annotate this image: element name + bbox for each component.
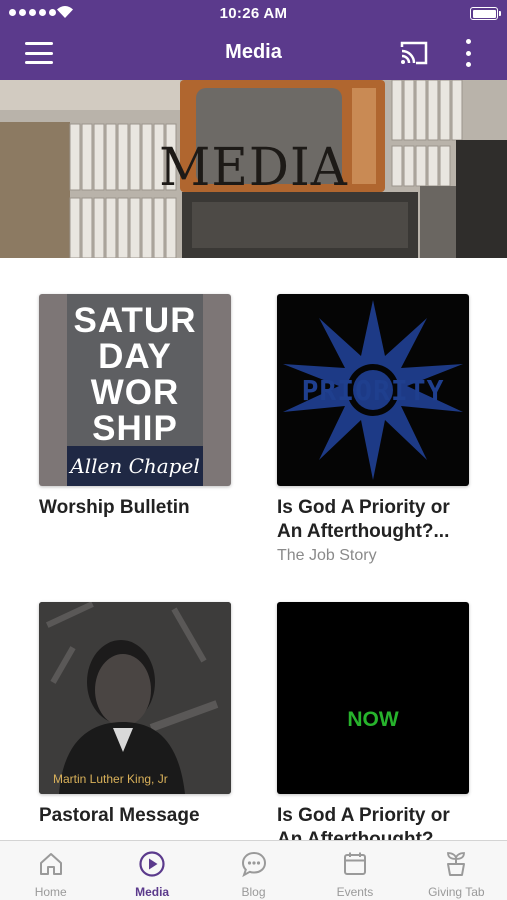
status-bar: 10:26 AM (0, 0, 507, 28)
page-title: Media (225, 41, 282, 63)
nav-bar: Media (0, 28, 507, 80)
media-thumbnail: PRIORITY (277, 294, 469, 486)
artwork-caption: Allen Chapel (67, 446, 203, 486)
media-thumbnail: NOW (277, 602, 469, 794)
media-item-pastoral-message[interactable]: Martin Luther King, Jr Pastoral Message (39, 602, 231, 828)
media-banner: MEDIA (0, 80, 507, 258)
media-item-worship-bulletin[interactable]: SATUR DAY WOR SHIP Allen Chapel Worship … (39, 294, 231, 520)
tab-blog[interactable]: Blog (203, 841, 304, 900)
chat-bubble-icon (241, 851, 266, 878)
calendar-icon (343, 852, 366, 875)
home-icon (39, 853, 62, 875)
tab-events[interactable]: Events (304, 841, 405, 900)
portrait-artwork (39, 602, 231, 794)
media-item-title: Worship Bulletin (39, 497, 190, 518)
tab-label: Media (135, 885, 170, 899)
artwork-word: NOW (347, 708, 399, 731)
media-item-now[interactable]: NOW Is God A Priority or An Afterthought… (277, 602, 469, 840)
artwork-text-4: SHIP (92, 409, 178, 448)
media-thumbnail: Martin Luther King, Jr (39, 602, 231, 794)
artwork-caption: Martin Luther King, Jr (53, 772, 168, 786)
media-item-title: Pastoral Message (39, 805, 200, 826)
banner-title: MEDIA (159, 136, 348, 198)
play-circle-icon (139, 851, 165, 877)
artwork-text-1: SATUR (73, 301, 197, 340)
battery-icon (470, 7, 501, 20)
media-thumbnail: SATUR DAY WOR SHIP Allen Chapel (39, 294, 231, 486)
tab-media[interactable]: Media (101, 841, 202, 900)
tab-home[interactable]: Home (0, 841, 101, 900)
tab-bar: Home Media Blog Events Giving Tab (0, 840, 507, 900)
tab-giving[interactable]: Giving Tab (406, 841, 507, 900)
media-item-priority[interactable]: PRIORITY Is God A Priority or An Afterth… (277, 294, 469, 565)
media-item-title: Is God A Priority or An Afterthought?... (277, 805, 450, 840)
cast-icon[interactable] (399, 40, 429, 66)
status-time: 10:26 AM (219, 5, 288, 22)
app-header: 10:26 AM Media (0, 0, 507, 80)
artwork-word: PRIORITY (301, 374, 445, 407)
tab-label: Home (34, 885, 67, 899)
tab-label: Giving Tab (428, 885, 485, 899)
artwork-text-2: DAY (98, 337, 172, 376)
saturday-worship-artwork: SATUR DAY WOR SHIP Allen Chapel (67, 294, 203, 486)
artwork-text-3: WOR (90, 373, 180, 412)
media-item-title: Is God A Priority or An Afterthought?... (277, 497, 450, 542)
plant-pot-icon (447, 852, 466, 876)
tab-label: Blog (241, 885, 266, 899)
more-vertical-icon[interactable] (462, 39, 474, 67)
tab-label: Events (336, 885, 374, 899)
media-grid: SATUR DAY WOR SHIP Allen Chapel Worship … (0, 258, 507, 840)
media-item-subtitle: The Job Story (277, 547, 377, 564)
